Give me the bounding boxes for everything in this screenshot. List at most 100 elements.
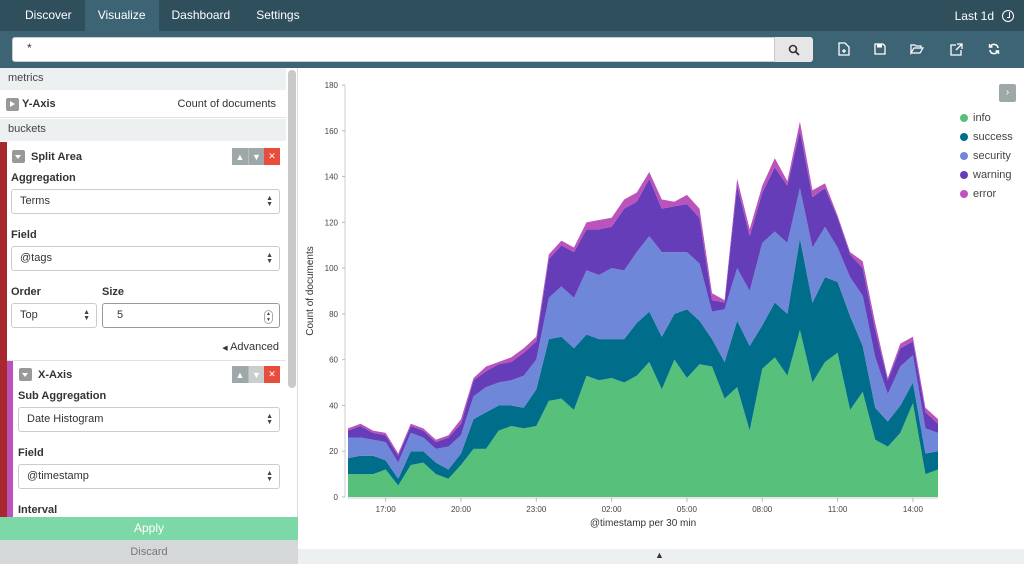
x-axis-controls: ▲ ▼ ✕ xyxy=(232,366,280,383)
legend-swatch xyxy=(960,171,968,179)
field-value: @tags xyxy=(20,252,52,264)
open-button[interactable] xyxy=(909,41,925,57)
collapse-caret-icon[interactable] xyxy=(19,368,32,381)
select-arrows-icon: ▲ ▼ xyxy=(266,252,273,265)
legend-swatch xyxy=(960,114,968,122)
query-bar: * xyxy=(0,31,1024,68)
legend-label: success xyxy=(973,131,1013,143)
chevron-right-icon: › xyxy=(1005,87,1010,98)
select-arrows-icon: ▲ ▼ xyxy=(83,309,90,322)
remove-button[interactable]: ✕ xyxy=(264,148,280,165)
expand-caret-icon[interactable] xyxy=(6,98,19,111)
aggregation-value: Terms xyxy=(20,195,50,207)
share-button[interactable] xyxy=(948,41,964,57)
spy-panel-toggle[interactable]: ▲ xyxy=(298,549,1024,564)
metrics-header: metrics xyxy=(0,68,286,90)
aggregation-label: Aggregation xyxy=(11,172,76,184)
legend-label: security xyxy=(973,150,1011,162)
clock-icon[interactable] xyxy=(1002,9,1014,22)
search-button[interactable] xyxy=(775,37,813,62)
y-axis-value: Count of documents xyxy=(177,98,276,110)
tab-dashboard[interactable]: Dashboard xyxy=(159,0,244,31)
move-up-button[interactable]: ▲ xyxy=(232,148,248,165)
discard-button[interactable]: Discard xyxy=(0,540,298,564)
split-area-controls: ▲ ▼ ✕ xyxy=(232,148,280,165)
y-axis-row[interactable]: Y-Axis Count of documents xyxy=(0,90,286,118)
y-axis-title: Count of documents xyxy=(305,246,316,336)
x-tick-label: 14:00 xyxy=(903,505,924,514)
legend-item-security[interactable]: security xyxy=(960,150,1011,162)
sub-aggregation-value: Date Histogram xyxy=(27,413,104,425)
caret-left-icon: ◀ xyxy=(222,345,228,352)
refresh-button[interactable] xyxy=(986,41,1002,57)
y-tick-label: 20 xyxy=(329,447,338,456)
search-icon xyxy=(788,44,800,56)
x-tick-label: 11:00 xyxy=(828,505,848,514)
save-button[interactable] xyxy=(872,41,888,57)
field-label: Field xyxy=(11,229,37,241)
x-tick-label: 17:00 xyxy=(376,505,397,514)
time-picker[interactable]: Last 1d xyxy=(955,0,1014,31)
tab-visualize[interactable]: Visualize xyxy=(84,0,159,31)
select-arrows-icon: ▲ ▼ xyxy=(266,413,273,426)
stacked-area-chart: 0 20 40 60 80 100 120 140 160 180 17:00 20:00 23:00 0… xyxy=(305,81,938,529)
move-up-button[interactable]: ▲ xyxy=(232,366,248,383)
sidebar-scrollbar[interactable] xyxy=(288,70,296,388)
x-field-select[interactable]: @timestamp ▲ ▼ xyxy=(18,464,280,489)
order-label: Order xyxy=(11,286,41,298)
legend-label: error xyxy=(973,188,997,200)
remove-button[interactable]: ✕ xyxy=(264,366,280,383)
sub-aggregation-select[interactable]: Date Histogram ▲ ▼ xyxy=(18,407,280,432)
x-field-label: Field xyxy=(18,447,44,459)
tab-discover[interactable]: Discover xyxy=(12,0,85,31)
legend-item-error[interactable]: error xyxy=(960,188,996,200)
tab-settings[interactable]: Settings xyxy=(243,0,312,31)
x-tick-label: 02:00 xyxy=(602,505,623,514)
y-tick-label: 180 xyxy=(325,81,339,90)
size-input[interactable]: 5 ▲ ▼ xyxy=(102,303,280,328)
x-axis-label: X-Axis xyxy=(38,369,73,381)
legend-item-info[interactable]: info xyxy=(960,112,991,124)
time-range-label[interactable]: Last 1d xyxy=(955,9,994,23)
editor-sidebar: metrics Y-Axis Count of documents bucket… xyxy=(0,68,298,564)
new-file-icon xyxy=(838,42,850,56)
sub-aggregation-label: Sub Aggregation xyxy=(18,390,107,402)
stepper-icon[interactable]: ▲ ▼ xyxy=(264,310,273,324)
new-visualization-button[interactable] xyxy=(836,41,852,57)
legend-item-warning[interactable]: warning xyxy=(960,169,1012,181)
move-down-button[interactable]: ▼ xyxy=(248,366,264,383)
aggregation-select[interactable]: Terms ▲ ▼ xyxy=(11,189,280,214)
legend-item-success[interactable]: success xyxy=(960,131,1013,143)
legend-toggle-button[interactable]: › xyxy=(999,84,1016,102)
legend-label: warning xyxy=(973,169,1012,181)
x-tick-label: 20:00 xyxy=(451,505,472,514)
advanced-label: Advanced xyxy=(230,341,279,353)
apply-button[interactable]: Apply xyxy=(0,517,298,540)
split-area-color-bar xyxy=(0,142,7,564)
y-tick-label: 0 xyxy=(334,493,339,502)
collapse-caret-icon[interactable] xyxy=(12,150,25,163)
search-input[interactable]: * xyxy=(12,37,775,62)
size-value: 5 xyxy=(117,309,124,321)
y-tick-label: 40 xyxy=(329,401,338,410)
y-tick-label: 60 xyxy=(329,356,338,365)
y-tick-label: 80 xyxy=(329,310,338,319)
order-select[interactable]: Top ▲ ▼ xyxy=(11,303,97,328)
refresh-icon xyxy=(988,43,1000,55)
legend-swatch xyxy=(960,133,968,141)
select-arrows-icon: ▲ ▼ xyxy=(266,195,273,208)
move-down-button[interactable]: ▼ xyxy=(248,148,264,165)
interval-label: Interval xyxy=(18,504,58,516)
legend-swatch xyxy=(960,190,968,198)
field-select[interactable]: @tags ▲ ▼ xyxy=(11,246,280,271)
legend-label: info xyxy=(973,112,991,124)
save-icon xyxy=(874,43,886,55)
x-tick-label: 23:00 xyxy=(526,505,547,514)
x-axis-title: @timestamp per 30 min xyxy=(590,518,696,529)
advanced-toggle[interactable]: ◀ Advanced xyxy=(222,341,279,353)
y-tick-label: 120 xyxy=(325,218,339,227)
y-tick-label: 140 xyxy=(325,173,339,182)
order-value: Top xyxy=(20,309,38,321)
y-tick-label: 160 xyxy=(325,127,339,136)
chevron-up-icon: ▲ xyxy=(655,550,664,560)
